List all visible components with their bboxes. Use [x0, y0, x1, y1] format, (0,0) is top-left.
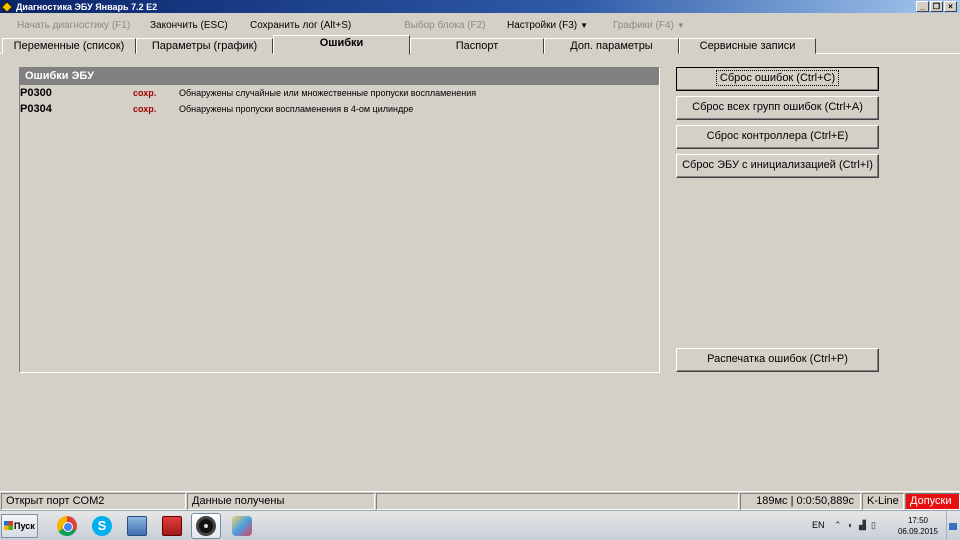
taskbar-skype[interactable]: S: [87, 513, 117, 539]
menu-select-block[interactable]: Выбор блока (F2): [404, 20, 486, 31]
chevron-up-icon[interactable]: ⌃: [834, 520, 842, 531]
taskbar-chrome[interactable]: [52, 513, 82, 539]
window-title: Диагностика ЭБУ Январь 7.2 Е2: [16, 1, 158, 12]
network-icon[interactable]: ▟: [859, 520, 866, 531]
error-description: Обнаружены случайные или множественные п…: [179, 88, 477, 98]
taskbar: Пуск S EN ⌃ ◖ ▟ ▯ 17:50 06.09.2015: [0, 510, 960, 540]
print-errors-button[interactable]: Распечатка ошибок (Ctrl+P): [676, 348, 879, 372]
windows-logo-icon: [4, 521, 13, 530]
status-empty: [376, 493, 739, 510]
menu-graphs[interactable]: Графики (F4) ▼: [613, 20, 685, 31]
error-code: P0300: [20, 87, 52, 99]
menu-graphs-label: Графики (F4): [613, 20, 674, 31]
tab-service-records[interactable]: Сервисные записи: [679, 38, 816, 54]
error-status: сохр.: [133, 104, 157, 114]
status-interface: K-Line: [862, 493, 904, 510]
error-code: P0304: [20, 103, 52, 115]
show-desktop-button[interactable]: [946, 511, 960, 540]
speaker-icon[interactable]: ◖: [847, 520, 852, 530]
tab-extra-params[interactable]: Доп. параметры: [544, 38, 679, 54]
battery-icon[interactable]: ▯: [871, 520, 876, 531]
taskbar-ecu-diagnostics[interactable]: [191, 513, 221, 539]
status-bar: Открыт порт COM2 Данные получены 189мс |…: [0, 491, 960, 510]
reset-all-groups-button[interactable]: Сброс всех групп ошибок (Ctrl+A): [676, 96, 879, 120]
reset-controller-button[interactable]: Сброс контроллера (Ctrl+E): [676, 125, 879, 149]
menu-settings-label: Настройки (F3): [507, 20, 578, 31]
app-logo-icon: [1, 0, 13, 13]
panel-title: Ошибки ЭБУ: [20, 68, 659, 85]
taskbar-remote-desktop[interactable]: [122, 513, 152, 539]
menu-finish[interactable]: Закончить (ESC): [150, 20, 228, 31]
status-port: Открыт порт COM2: [1, 493, 186, 510]
start-label: Пуск: [14, 521, 35, 531]
steering-wheel-icon: [196, 516, 216, 536]
status-data: Данные получены: [187, 493, 375, 510]
menu-settings[interactable]: Настройки (F3) ▼: [507, 20, 588, 31]
error-description: Обнаружены пропуски воспламенения в 4-ом…: [179, 104, 414, 114]
taskbar-toolbox[interactable]: [157, 513, 187, 539]
ecu-errors-panel: Ошибки ЭБУ P0300 сохр. Обнаружены случай…: [19, 67, 660, 373]
remote-desktop-icon: [127, 516, 147, 536]
taskbar-paint[interactable]: [227, 513, 257, 539]
menu-bar: Начать диагностику (F1) Закончить (ESC) …: [0, 13, 960, 37]
close-button[interactable]: ×: [944, 1, 957, 12]
error-row[interactable]: P0304 сохр. Обнаружены пропуски воспламе…: [20, 101, 659, 117]
notification-flag-icon: [949, 523, 957, 530]
status-timing: 189мс | 0:0:50,889с: [740, 493, 861, 510]
clock-time: 17:50: [907, 516, 929, 525]
skype-icon: S: [92, 516, 112, 536]
restore-button[interactable]: ❐: [930, 1, 943, 12]
clock[interactable]: 17:50 06.09.2015: [892, 515, 944, 537]
minimize-button[interactable]: _: [916, 1, 929, 12]
tab-strip: Переменные (список) Параметры (график) О…: [0, 35, 960, 55]
tab-params-graph[interactable]: Параметры (график): [136, 38, 273, 54]
tab-variables[interactable]: Переменные (список): [2, 38, 136, 54]
window-controls: _ ❐ ×: [916, 1, 957, 12]
reset-errors-label: Сброс ошибок (Ctrl+C): [715, 70, 840, 86]
chevron-down-icon: ▼: [676, 21, 685, 30]
start-button[interactable]: Пуск: [1, 514, 38, 538]
language-indicator[interactable]: EN: [812, 520, 825, 530]
tab-errors[interactable]: Ошибки: [273, 35, 410, 55]
error-row[interactable]: P0300 сохр. Обнаружены случайные или мно…: [20, 85, 659, 101]
chevron-down-icon: ▼: [580, 21, 589, 30]
reset-ecu-init-button[interactable]: Сброс ЭБУ с инициализацией (Ctrl+I): [676, 154, 879, 178]
toolbox-icon: [162, 516, 182, 536]
error-status: сохр.: [133, 88, 157, 98]
tab-passport[interactable]: Паспорт: [410, 38, 544, 54]
reset-errors-button[interactable]: Сброс ошибок (Ctrl+C): [676, 67, 879, 91]
status-tolerance-badge[interactable]: Допуски: [905, 493, 960, 510]
title-bar: Диагностика ЭБУ Январь 7.2 Е2 _ ❐ ×: [0, 0, 960, 13]
menu-save-log[interactable]: Сохранить лог (Alt+S): [250, 20, 351, 31]
paint-icon: [232, 516, 252, 536]
clock-date: 06.09.2015: [897, 527, 939, 536]
chrome-icon: [57, 516, 77, 536]
menu-start-diagnostics[interactable]: Начать диагностику (F1): [17, 20, 130, 31]
